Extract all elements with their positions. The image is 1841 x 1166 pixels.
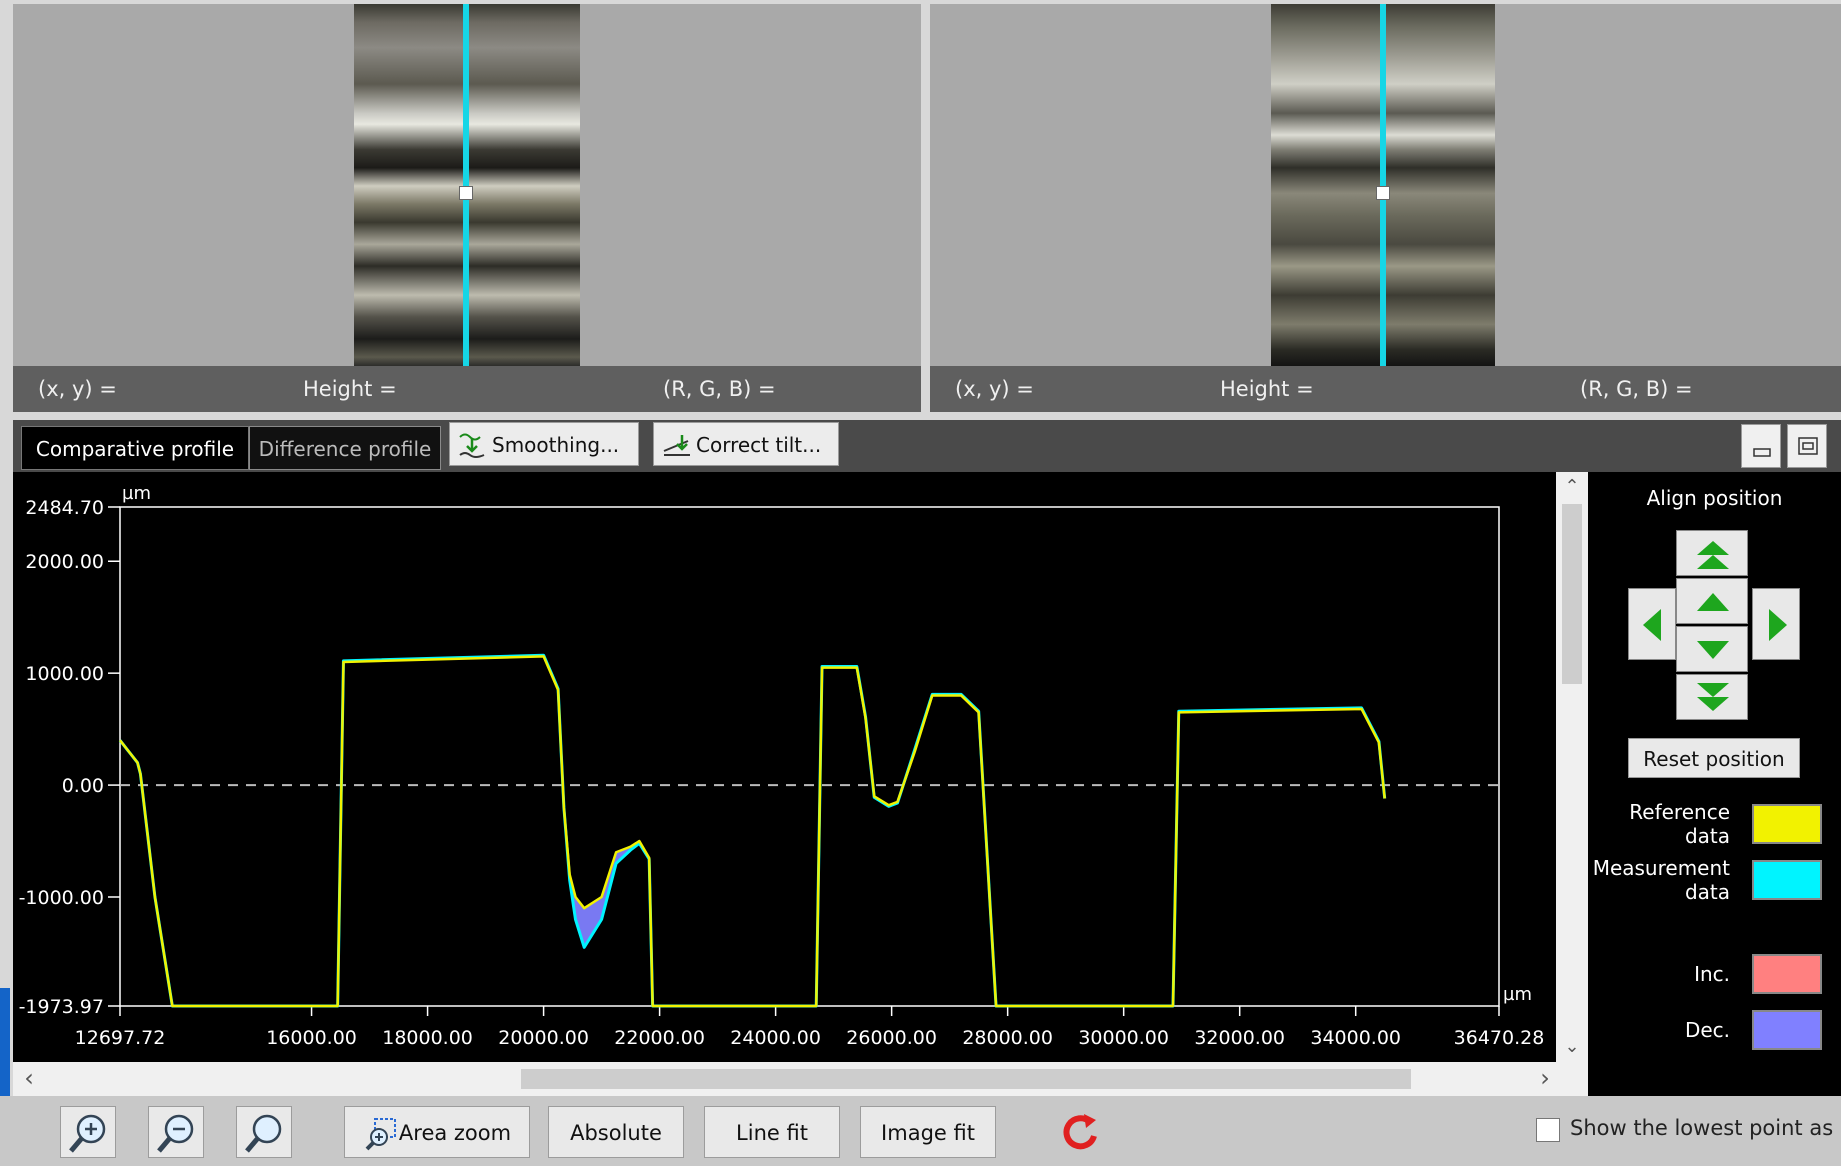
lowest-point-checkbox[interactable] [1536, 1118, 1560, 1142]
x-tick-label: 12697.72 [75, 1027, 166, 1049]
align-down-fast-button[interactable] [1676, 674, 1748, 720]
legend-inc-label: Inc. [1694, 962, 1730, 986]
right-image-pane[interactable]: (x, y) = Height = (R, G, B) = [930, 4, 1841, 412]
y-tick-label: 2000.00 [25, 551, 104, 573]
left-height-readout: Height = [303, 377, 397, 401]
legend-reference-swatch [1752, 804, 1822, 844]
x-tick-label: 20000.00 [498, 1027, 589, 1049]
reference-data-line [119, 655, 1386, 1008]
lowest-point-label: Show the lowest point as 0 [1570, 1116, 1841, 1140]
absolute-button[interactable]: Absolute [548, 1106, 684, 1158]
right-info-bar: (x, y) = Height = (R, G, B) = [930, 366, 1841, 412]
right-coord-readout: (x, y) = [955, 377, 1034, 401]
y-axis-unit: µm [122, 483, 151, 504]
align-up-button[interactable] [1676, 578, 1748, 624]
scroll-left-arrow-icon[interactable]: ‹ [17, 1062, 41, 1096]
align-up-fast-button[interactable] [1676, 530, 1748, 576]
tab-comparative-profile[interactable]: Comparative profile [21, 426, 249, 470]
left-rgb-readout: (R, G, B) = [663, 377, 776, 401]
legend-dec-swatch [1752, 1010, 1822, 1050]
minimize-icon [1753, 448, 1771, 457]
scroll-right-arrow-icon[interactable]: › [1533, 1062, 1557, 1096]
y-tick-label: -1000.00 [19, 887, 104, 909]
left-image-pane[interactable]: (x, y) = Height = (R, G, B) = [13, 4, 921, 412]
x-tick-label: 30000.00 [1078, 1027, 1169, 1049]
profile-chart-svg[interactable]: 2484.70 2000.00 1000.00 0.00 -1000.00 -1973.9… [13, 472, 1556, 1062]
tab-difference-profile[interactable]: Difference profile [249, 426, 441, 470]
up-arrow-icon [1697, 593, 1729, 611]
y-tick-label: 2484.70 [25, 497, 104, 519]
left-arrow-icon [1643, 609, 1661, 641]
legend-measurement-swatch [1752, 860, 1822, 900]
image-fit-button[interactable]: Image fit [860, 1106, 996, 1158]
minimize-button[interactable] [1741, 424, 1781, 468]
right-arrow-icon [1769, 609, 1787, 641]
maximize-icon [1798, 437, 1818, 455]
y-tick-label: 1000.00 [25, 663, 104, 685]
x-tick-label: 22000.00 [614, 1027, 705, 1049]
profile-chart[interactable]: 2484.70 2000.00 1000.00 0.00 -1000.00 -1973.9… [13, 472, 1556, 1062]
x-tick-label: 32000.00 [1194, 1027, 1285, 1049]
smoothing-icon [459, 433, 485, 458]
align-right-button[interactable] [1752, 588, 1800, 660]
scroll-up-arrow-icon[interactable]: ⌃ [1556, 472, 1588, 502]
magnifier-icon [245, 1114, 282, 1153]
area-zoom-button[interactable]: Area zoom [344, 1106, 530, 1158]
reset-position-button[interactable]: Reset position [1628, 738, 1800, 778]
zoom-in-icon [69, 1114, 106, 1153]
align-down-button[interactable] [1676, 626, 1748, 672]
smoothing-label: Smoothing... [492, 433, 620, 457]
align-side-panel: Align position Reset position Reference … [1588, 472, 1841, 1096]
x-axis-unit: µm [1503, 984, 1532, 1005]
down-arrow-icon [1697, 641, 1729, 659]
horizontal-scroll-thumb[interactable] [521, 1069, 1411, 1089]
x-tick-label: 24000.00 [730, 1027, 821, 1049]
plot-frame [119, 506, 1500, 1007]
left-coord-readout: (x, y) = [38, 377, 117, 401]
dec-difference-area [563, 666, 915, 1006]
x-tick-label: 26000.00 [846, 1027, 937, 1049]
legend-dec-label: Dec. [1684, 1018, 1730, 1042]
scroll-down-arrow-icon[interactable]: ⌄ [1556, 1032, 1588, 1062]
correct-tilt-button[interactable]: Correct tilt... [653, 422, 839, 466]
chart-vertical-scrollbar[interactable]: ⌃ ⌄ [1556, 472, 1588, 1062]
x-tick-label: 18000.00 [382, 1027, 473, 1049]
correct-tilt-label: Correct tilt... [696, 433, 822, 457]
legend-reference-label: Reference data [1629, 800, 1730, 848]
measurement-data-line [118, 653, 1387, 1008]
double-down-arrow-icon [1697, 683, 1729, 711]
zoom-in-button[interactable] [60, 1106, 116, 1158]
zoom-out-button[interactable] [148, 1106, 204, 1158]
line-fit-button[interactable]: Line fit [704, 1106, 840, 1158]
x-tick-label: 34000.00 [1310, 1027, 1401, 1049]
profile-tab-bar: Comparative profile Difference profile S… [13, 420, 1841, 472]
zoom-out-icon [157, 1114, 194, 1153]
x-tick-label: 36470.28 [1454, 1027, 1545, 1049]
align-left-button[interactable] [1628, 588, 1676, 660]
legend-measurement-label: Measurement data [1592, 856, 1730, 904]
right-profile-marker[interactable] [1376, 186, 1390, 200]
refresh-icon [1063, 1114, 1097, 1150]
chart-horizontal-scrollbar[interactable]: ‹ › [13, 1062, 1588, 1096]
area-zoom-icon [365, 1118, 396, 1151]
maximize-button[interactable] [1787, 424, 1827, 468]
right-height-readout: Height = [1220, 377, 1314, 401]
left-profile-marker[interactable] [459, 186, 473, 200]
y-tick-label: -1973.97 [19, 996, 104, 1018]
left-info-bar: (x, y) = Height = (R, G, B) = [13, 366, 921, 412]
vertical-scroll-thumb[interactable] [1562, 504, 1582, 684]
smoothing-button[interactable]: Smoothing... [449, 422, 639, 466]
legend-inc-swatch [1752, 954, 1822, 994]
tilt-icon [663, 435, 690, 456]
x-tick-label: 28000.00 [962, 1027, 1053, 1049]
x-tick-label: 16000.00 [266, 1027, 357, 1049]
bottom-toolbar: Area zoom Absolute Line fit Image fit Sh… [0, 1096, 1841, 1166]
zoom-reset-button[interactable] [236, 1106, 292, 1158]
area-zoom-label: Area zoom [398, 1121, 512, 1145]
refresh-button[interactable] [1052, 1106, 1108, 1158]
y-tick-label: 0.00 [62, 775, 104, 797]
double-up-arrow-icon [1697, 541, 1729, 569]
right-rgb-readout: (R, G, B) = [1580, 377, 1693, 401]
align-position-title: Align position [1646, 486, 1783, 510]
